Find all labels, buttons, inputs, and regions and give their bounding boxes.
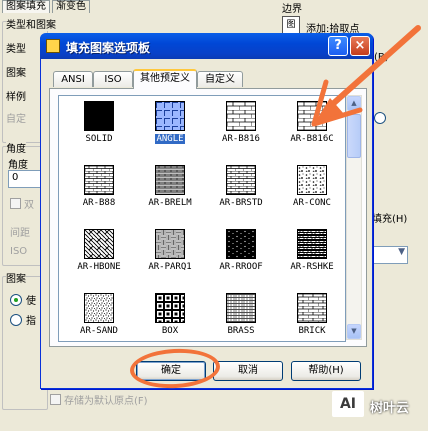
bg-use-current-label: 使 xyxy=(26,296,36,307)
pattern-item[interactable]: AR-HBONE xyxy=(63,226,135,288)
bg-double-label: 双 xyxy=(24,200,34,211)
bg-spacing-label: 间距 xyxy=(10,228,30,239)
pattern-item[interactable]: BRICK xyxy=(276,290,345,341)
scroll-down-icon[interactable]: ▼ xyxy=(347,324,361,339)
pattern-swatch xyxy=(84,165,114,195)
pattern-item[interactable]: ANGLE xyxy=(134,98,206,160)
pattern-name: AR-B816 xyxy=(222,134,260,144)
pattern-label: AR-RSHKE xyxy=(276,262,345,272)
bg-origin-group-title: 图案 xyxy=(6,270,26,285)
pattern-label: BRICK xyxy=(276,326,345,336)
pattern-swatch xyxy=(84,229,114,259)
bg-tab-gradient[interactable]: 渐变色 xyxy=(52,0,90,13)
pattern-name: AR-BRELM xyxy=(148,198,192,208)
bg-custom-label: 自定 xyxy=(6,114,26,125)
bg-specify-radio[interactable] xyxy=(10,314,22,326)
pattern-label: AR-PARQ1 xyxy=(134,262,206,272)
watermark-text: 树叶云 xyxy=(370,401,410,416)
pattern-name: BRASS xyxy=(227,326,255,336)
watermark: AI 树叶云 xyxy=(326,386,428,431)
pattern-name: AR-CONC xyxy=(293,198,331,208)
pattern-swatch xyxy=(297,293,327,323)
app-icon xyxy=(46,39,60,53)
bg-store-default-label: 存储为默认原点(F) xyxy=(64,396,148,407)
bg-double-checkbox[interactable] xyxy=(10,198,21,209)
pattern-item[interactable]: SOLID xyxy=(63,98,135,160)
pattern-name: AR-B88 xyxy=(82,198,116,208)
bg-type-label: 类型 xyxy=(6,44,26,55)
pattern-label: ANGLE xyxy=(134,134,206,144)
bg-fill-label: 填充(H) xyxy=(372,214,408,225)
chevron-down-icon: ▼ xyxy=(398,247,405,257)
pattern-swatch xyxy=(226,293,256,323)
pattern-swatch xyxy=(155,165,185,195)
pattern-swatch xyxy=(297,229,327,259)
pattern-item[interactable]: AR-RSHKE xyxy=(276,226,345,288)
pattern-label: AR-BRSTD xyxy=(205,198,277,208)
bg-store-default-checkbox[interactable] xyxy=(50,394,61,405)
pattern-name: AR-BRSTD xyxy=(219,198,263,208)
pattern-name: AR-HBONE xyxy=(77,262,121,272)
pattern-label: AR-RROOF xyxy=(205,262,277,272)
pattern-label: BRASS xyxy=(205,326,277,336)
pattern-item[interactable]: AR-B816 xyxy=(205,98,277,160)
dialog-title: 填充图案选项板 xyxy=(66,41,151,55)
add-pick-point-icon[interactable]: 图 xyxy=(282,16,300,34)
cancel-button[interactable]: 取消 xyxy=(213,361,283,381)
bg-sample-label: 样例 xyxy=(6,92,26,103)
pattern-item[interactable]: AR-B88 xyxy=(63,162,135,224)
pattern-swatch xyxy=(226,165,256,195)
pattern-item[interactable]: BRASS xyxy=(205,290,277,341)
pattern-item[interactable]: AR-CONC xyxy=(276,162,345,224)
pattern-label: AR-B816 xyxy=(205,134,277,144)
pattern-label: AR-SAND xyxy=(63,326,135,336)
pattern-label: SOLID xyxy=(63,134,135,144)
pattern-item[interactable]: AR-BRSTD xyxy=(205,162,277,224)
pattern-label: AR-B88 xyxy=(63,198,135,208)
pattern-item[interactable]: AR-PARQ1 xyxy=(134,226,206,288)
pattern-label: AR-HBONE xyxy=(63,262,135,272)
pattern-name: SOLID xyxy=(85,134,113,144)
bg-type-group-title: 类型和图案 xyxy=(6,16,56,31)
tab-custom[interactable]: 自定义 xyxy=(197,71,243,87)
pattern-swatch xyxy=(155,293,185,323)
pattern-name: ANGLE xyxy=(155,134,185,144)
bg-angle-group-title: 角度 xyxy=(6,140,26,155)
pattern-swatch xyxy=(84,101,114,131)
bg-boundary-group-title: 边界 xyxy=(282,4,302,15)
pattern-label: AR-CONC xyxy=(276,198,345,208)
pattern-name: BOX xyxy=(161,326,179,336)
pattern-name: AR-RROOF xyxy=(219,262,263,272)
tab-other-predefined[interactable]: 其他预定义 xyxy=(133,69,197,89)
pattern-item[interactable]: AR-SAND xyxy=(63,290,135,341)
pattern-label: BOX xyxy=(134,326,206,336)
pattern-item[interactable]: BOX xyxy=(134,290,206,341)
pattern-item[interactable]: AR-RROOF xyxy=(205,226,277,288)
pattern-item[interactable]: AR-BRELM xyxy=(134,162,206,224)
pattern-swatch xyxy=(297,165,327,195)
pattern-name: AR-RSHKE xyxy=(290,262,334,272)
pattern-swatch xyxy=(226,101,256,131)
pattern-name: AR-SAND xyxy=(80,326,118,336)
bg-tab-hatch[interactable]: 图案填充 xyxy=(2,0,50,13)
bg-iso-label: ISO xyxy=(10,246,28,257)
annotation-arrow-icon xyxy=(311,25,421,127)
tab-iso[interactable]: ISO xyxy=(93,71,133,87)
pattern-name: AR-PARQ1 xyxy=(148,262,192,272)
bg-use-current-radio[interactable] xyxy=(10,294,22,306)
pattern-swatch xyxy=(155,229,185,259)
pattern-swatch xyxy=(84,293,114,323)
pattern-swatch xyxy=(226,229,256,259)
bg-fill-dropdown[interactable]: ▼ xyxy=(372,246,408,264)
bg-angle-label: 角度 xyxy=(8,160,28,171)
bg-specify-label: 指 xyxy=(26,316,36,327)
bg-angle-input[interactable]: 0 xyxy=(8,170,42,188)
watermark-logo: AI xyxy=(332,391,364,417)
tab-ansi[interactable]: ANSI xyxy=(53,71,93,87)
pattern-name: BRICK xyxy=(298,326,326,336)
bg-pattern-label: 图案 xyxy=(6,68,26,79)
pattern-label: AR-BRELM xyxy=(134,198,206,208)
pattern-swatch xyxy=(155,101,185,131)
help-button[interactable]: 帮助(H) xyxy=(291,361,361,381)
